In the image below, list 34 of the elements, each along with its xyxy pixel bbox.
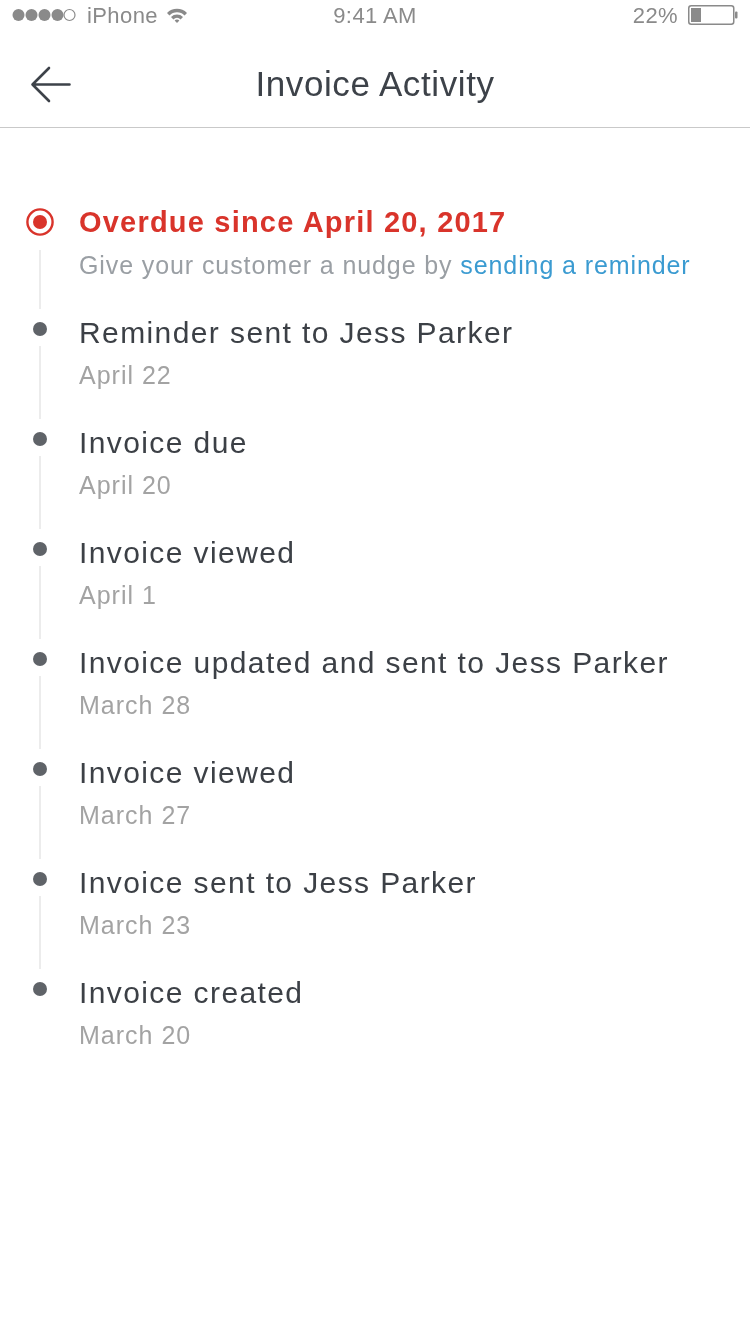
clock-time: 9:41 AM: [333, 1, 417, 30]
event-date: March 28: [79, 691, 193, 719]
event-title: Invoice created: [79, 976, 304, 1010]
overdue-status-icon: [25, 208, 54, 236]
battery-percentage: 22%: [632, 1, 678, 30]
back-arrow-icon: [30, 66, 71, 103]
event-date: April 20: [79, 471, 173, 499]
timeline-dot-icon: [32, 322, 47, 336]
event-date: March 20: [79, 1021, 193, 1049]
carrier-name: iPhone: [87, 1, 158, 30]
timeline-dot-icon: [32, 982, 47, 996]
timeline-dot-icon: [32, 872, 47, 886]
send-reminder-link[interactable]: sending a reminder: [460, 251, 691, 279]
event-date: April 22: [79, 361, 173, 389]
event-title: Invoice viewed: [79, 536, 296, 570]
signal-strength-icon: [12, 8, 76, 22]
event-title: Invoice viewed: [79, 756, 296, 790]
back-button[interactable]: [30, 66, 71, 103]
timeline-dot-icon: [32, 652, 47, 666]
wifi-icon: [165, 6, 188, 24]
overdue-status-title: Overdue since April 20, 2017: [79, 205, 508, 239]
event-title: Invoice sent to Jess Parker: [79, 866, 477, 900]
timeline-dot-icon: [32, 762, 47, 776]
event-date: March 27: [79, 801, 193, 829]
event-date: April 1: [79, 581, 158, 609]
battery-icon: [688, 5, 738, 25]
event-title: Reminder sent to Jess Parker: [79, 316, 514, 350]
timeline-dot-icon: [32, 432, 47, 446]
event-title: Invoice due: [79, 426, 248, 460]
screen-title: Invoice Activity: [255, 63, 495, 106]
event-title: Invoice updated and sent to Jess Parker: [79, 646, 669, 680]
timeline-dot-icon: [32, 542, 47, 556]
reminder-hint-text: Give your customer a nudge by sending a reminder: [79, 250, 691, 280]
event-date: March 23: [79, 911, 193, 939]
